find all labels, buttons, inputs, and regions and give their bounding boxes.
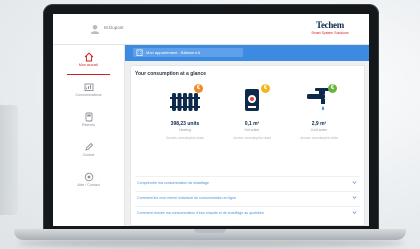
top-bar: M.Dupont Techem Smart System Solutions [53, 14, 369, 45]
faq-row-label: Comprendre ma consommation de chauffage [137, 181, 210, 185]
sidebar-item-label: Relevés [82, 123, 95, 127]
heating-details-link[interactable]: Access consumption data [155, 136, 215, 140]
faq-row[interactable]: Comment lire mon relevé individuel de co… [135, 191, 360, 204]
brand-logo[interactable]: Techem Smart System Solutions [305, 20, 355, 36]
brand-tagline: Smart System Solutions [311, 31, 349, 35]
laptop-notch [194, 229, 226, 233]
cold-water-cost-badge[interactable]: € [328, 84, 337, 93]
heating-cost-badge[interactable]: € [194, 84, 203, 93]
chevron-down-icon [352, 211, 357, 214]
sidebar-item-consumption[interactable]: Consommations [53, 79, 124, 105]
faq-row-label: Comment lire mon relevé individuel de co… [137, 196, 237, 200]
chart-icon [84, 83, 93, 91]
heating-card[interactable]: € 398,23 units Heating Access consumptio… [155, 84, 215, 155]
heating-value: 398,23 units [170, 121, 200, 127]
meter-icon [85, 112, 92, 122]
sidebar-item-help[interactable]: Aide / Contact [53, 169, 124, 195]
faq-row[interactable]: Comprendre ma consommation de chauffage [135, 176, 360, 189]
cold-water-unit: Cold water [310, 128, 328, 132]
background-object [0, 105, 18, 215]
sidebar: Mon accueil Consommations Relevés Contra… [53, 45, 125, 226]
sidebar-item-label: Aide / Contact [77, 183, 100, 187]
property-selector[interactable]: Mon appartement - Bâtiment A [133, 48, 243, 57]
help-icon [84, 172, 93, 182]
sidebar-item-contract[interactable]: Contrat [53, 139, 124, 165]
sidebar-item-home[interactable]: Mon accueil [53, 49, 124, 75]
cold-water-details-link[interactable]: Access consumption data [289, 136, 349, 140]
pen-icon [84, 142, 93, 151]
sidebar-item-label: Mon accueil [78, 63, 99, 67]
laptop-screen: M.Dupont Techem Smart System Solutions M… [53, 14, 369, 226]
heating-unit: Heating [178, 128, 192, 132]
home-icon [84, 52, 93, 62]
context-bar: Mon appartement - Bâtiment A [125, 45, 369, 61]
sidebar-item-label: Contrat [82, 153, 95, 157]
chevron-down-icon [352, 196, 357, 199]
hot-water-details-link[interactable]: Access consumption data [222, 136, 282, 140]
property-selector-label: Mon appartement - Bâtiment A [146, 50, 201, 55]
faq-row[interactable]: Comment réduire ma consommation d'eau ch… [135, 206, 360, 219]
main-panel: Your consumption at a glance € 398,23 un… [130, 65, 365, 226]
hot-water-value: 0,1 m³ [244, 121, 260, 127]
faq-row-label: Comment réduire ma consommation d'eau ch… [137, 211, 264, 215]
brand-name: Techem [316, 20, 344, 30]
chevron-down-icon [352, 181, 357, 184]
cold-water-card[interactable]: € 2,9 m³ Cold water Access consumption d… [289, 84, 349, 155]
user-icon[interactable] [90, 24, 100, 34]
laptop-base [14, 229, 406, 240]
sidebar-item-readings[interactable]: Relevés [53, 109, 124, 135]
user-name[interactable]: M.Dupont [104, 25, 124, 30]
page-title: Your consumption at a glance [135, 71, 207, 77]
hot-water-card[interactable]: € 0,1 m³ Hot water Access consumption da… [222, 84, 282, 155]
sidebar-item-label: Consommations [75, 93, 102, 97]
hot-water-cost-badge[interactable]: € [261, 84, 270, 93]
building-icon [136, 49, 143, 56]
hot-water-unit: Hot water [244, 128, 260, 132]
cold-water-value: 2,9 m³ [311, 121, 327, 127]
